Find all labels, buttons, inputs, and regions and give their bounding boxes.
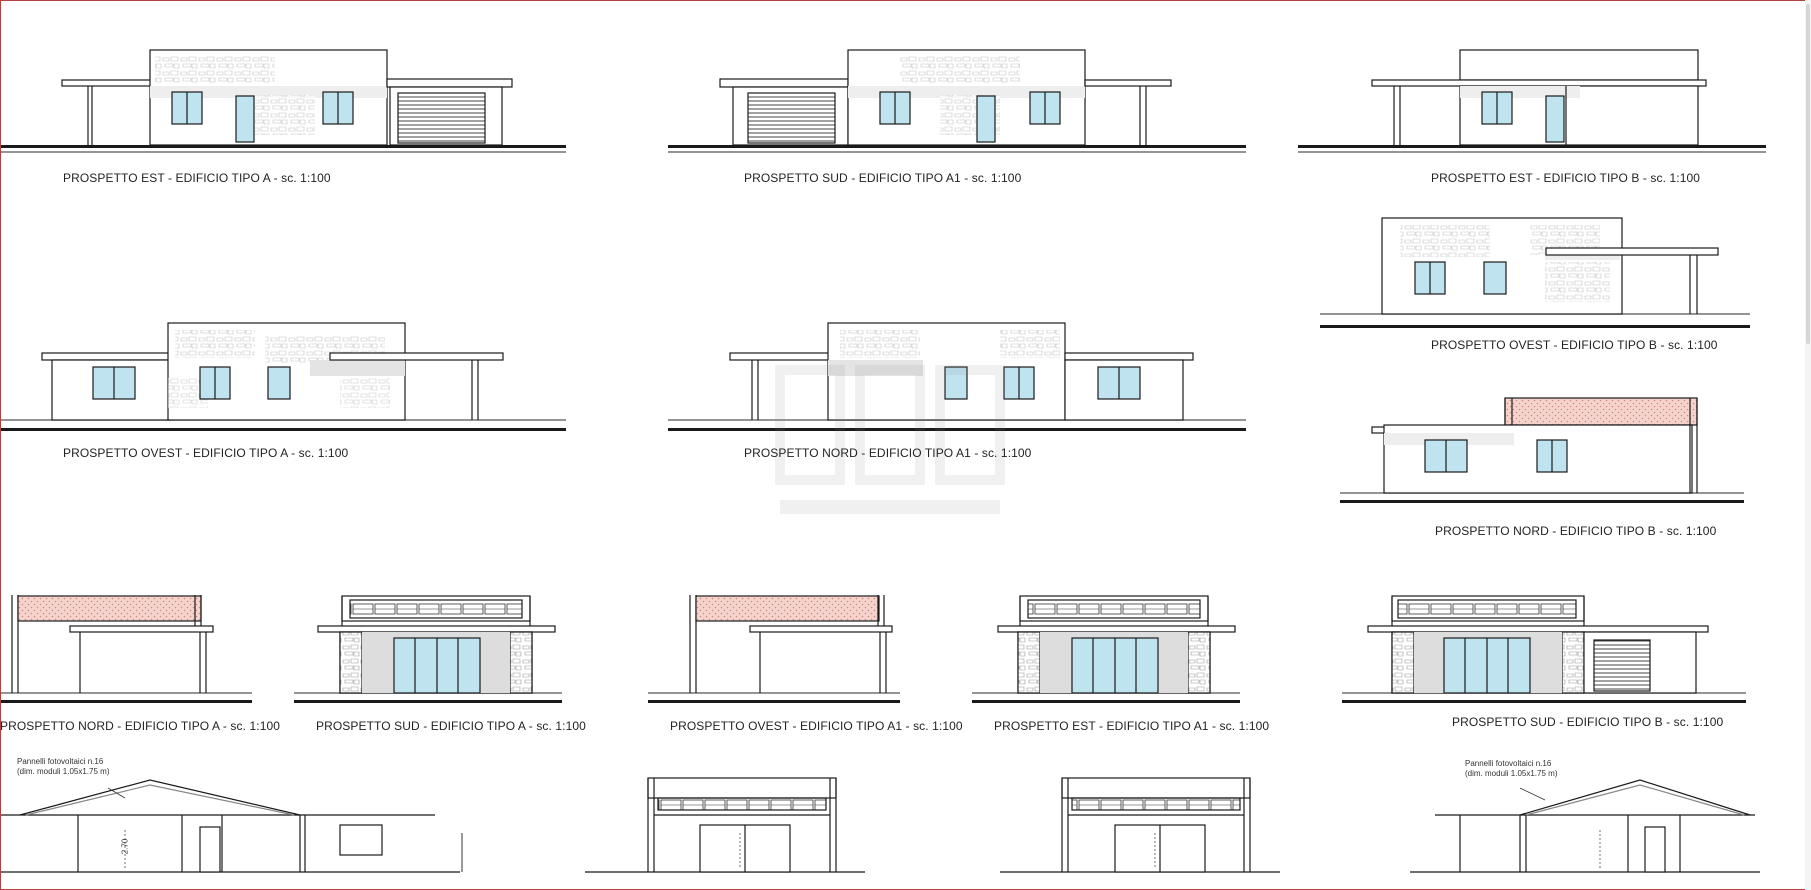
sheet-frame [0, 0, 1811, 890]
vertical-scrollbar[interactable] [1805, 0, 1811, 890]
scrollbar-thumb[interactable] [1806, 4, 1810, 344]
